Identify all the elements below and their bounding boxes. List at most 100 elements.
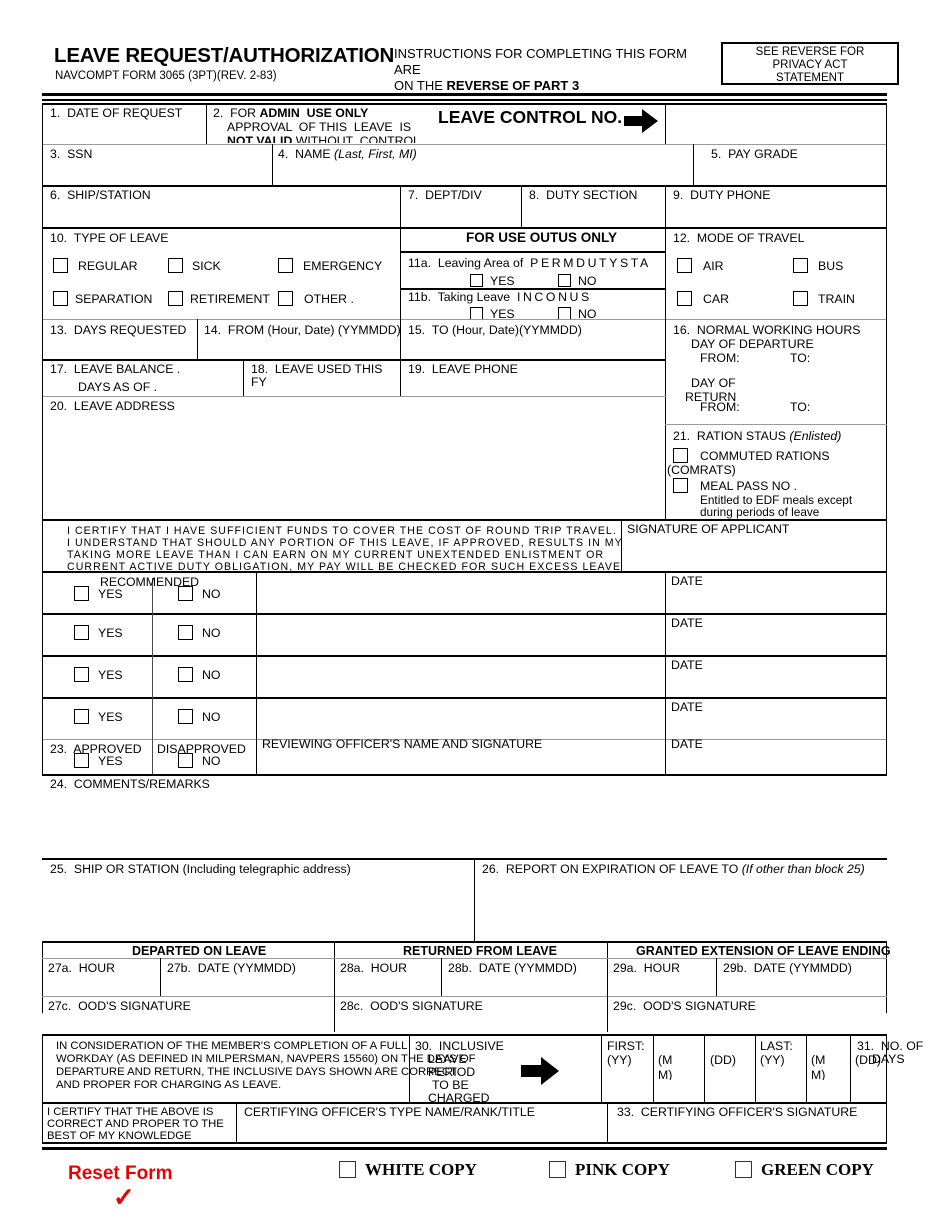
checkbox-pink-copy[interactable] xyxy=(549,1161,566,1178)
checkbox-car[interactable] xyxy=(677,291,692,306)
signature-of-applicant-input[interactable] xyxy=(625,537,883,569)
checkbox-other[interactable] xyxy=(278,291,293,306)
block7-deptdiv-input[interactable] xyxy=(404,202,518,225)
checkbox-emergency[interactable] xyxy=(278,258,293,273)
block12-label: 12. MODE OF TRAVEL xyxy=(673,231,805,245)
divider-top-outer xyxy=(42,93,887,96)
checkbox-rec2-no[interactable] xyxy=(178,625,193,640)
block16-departure-from-input[interactable] xyxy=(740,349,785,365)
27c-right-border xyxy=(334,996,336,1032)
block5-paygrade-input[interactable] xyxy=(697,161,883,183)
rec1-date-input[interactable] xyxy=(669,589,883,611)
rec4-date-input[interactable] xyxy=(669,715,883,737)
block24-comments-input[interactable] xyxy=(46,793,884,856)
reset-form-checkmark-icon[interactable]: ✓ xyxy=(113,1184,135,1210)
last-dd-input[interactable] xyxy=(853,1068,885,1099)
input-27a-hour[interactable] xyxy=(46,976,158,994)
block16-label: 16. NORMAL WORKING HOURS xyxy=(673,323,861,337)
checkbox-separation[interactable] xyxy=(53,291,68,306)
row4-top-border xyxy=(42,227,887,229)
block15-input[interactable] xyxy=(404,337,662,357)
block16-return-to-input[interactable] xyxy=(818,398,878,414)
block26-input[interactable] xyxy=(478,877,884,938)
row5-right-border xyxy=(886,319,888,519)
label-28c-ood-signature: 28c. OOD'S SIGNATURE xyxy=(340,999,483,1013)
first-dd-input[interactable] xyxy=(707,1068,753,1099)
block13-input[interactable] xyxy=(46,337,194,357)
first-mm-input[interactable] xyxy=(656,1080,702,1099)
29a-right-border xyxy=(716,958,718,996)
checkbox-11a-no[interactable] xyxy=(558,274,571,287)
rec-row4-sig-left-border xyxy=(256,697,258,739)
checkbox-disapproved-no[interactable] xyxy=(178,753,193,768)
rec3-signature-input[interactable] xyxy=(260,658,662,695)
label-air: AIR xyxy=(703,259,724,273)
checkbox-rec3-no[interactable] xyxy=(178,667,193,682)
block20-address-input[interactable] xyxy=(46,414,662,516)
checkbox-white-copy[interactable] xyxy=(339,1161,356,1178)
block23-date-input[interactable] xyxy=(669,752,883,772)
checkbox-meal-pass[interactable] xyxy=(673,478,688,493)
input-28a-hour[interactable] xyxy=(338,976,438,994)
checkbox-green-copy[interactable] xyxy=(735,1161,752,1178)
input-29a-hour[interactable] xyxy=(611,976,712,994)
block8-dutysection-input[interactable] xyxy=(525,202,662,225)
block1-input[interactable] xyxy=(46,120,202,142)
input-28b-date[interactable] xyxy=(445,976,603,994)
first-label: FIRST: xyxy=(607,1039,645,1053)
block25-top-border xyxy=(42,858,887,860)
checkbox-rec4-no[interactable] xyxy=(178,709,193,724)
checkbox-rec1-yes[interactable] xyxy=(74,586,89,601)
block8-label: 8. DUTY SECTION xyxy=(529,188,638,202)
certifying-officer-name-input[interactable] xyxy=(240,1120,604,1140)
meal-pass-no-input[interactable] xyxy=(795,477,881,493)
reviewing-officer-input[interactable] xyxy=(260,752,662,772)
block16-departure-to-input[interactable] xyxy=(818,349,878,365)
input-29c-ood-signature[interactable] xyxy=(611,1013,882,1032)
block14-input[interactable] xyxy=(201,337,397,357)
checkbox-regular[interactable] xyxy=(53,258,68,273)
checkbox-sick[interactable] xyxy=(168,258,183,273)
checkbox-retirement[interactable] xyxy=(168,291,183,306)
input-28c-ood-signature[interactable] xyxy=(338,1013,603,1032)
last-mm-label-box: (MM) xyxy=(809,1050,849,1080)
rec2-date-input[interactable] xyxy=(669,631,883,653)
input-27c-ood-signature[interactable] xyxy=(46,1013,331,1032)
checkbox-11a-yes[interactable] xyxy=(470,274,483,287)
rec4-signature-input[interactable] xyxy=(260,700,662,737)
block23-sig-left-border xyxy=(256,739,258,774)
block26-label-prefix: 26. REPORT ON EXPIRATION OF LEAVE TO xyxy=(482,862,742,876)
checkbox-approved-yes[interactable] xyxy=(74,753,89,768)
input-29b-date[interactable] xyxy=(720,976,882,994)
checkbox-rec4-yes[interactable] xyxy=(74,709,89,724)
checkbox-train[interactable] xyxy=(793,291,808,306)
block25-input[interactable] xyxy=(46,877,470,938)
block13-label: 13. DAYS REQUESTED xyxy=(50,323,187,337)
input-27b-date[interactable] xyxy=(164,976,331,994)
block18-input[interactable] xyxy=(247,388,397,395)
block4-right-border xyxy=(693,144,695,185)
checkbox-comrats[interactable] xyxy=(673,448,688,463)
block3-ssn-input[interactable] xyxy=(46,161,268,183)
rec1-signature-input[interactable] xyxy=(260,574,662,611)
block19-input[interactable] xyxy=(404,376,662,395)
rec3-date-input[interactable] xyxy=(669,673,883,695)
first-yy-input[interactable] xyxy=(605,1068,650,1099)
checkbox-air[interactable] xyxy=(677,258,692,273)
instructions-text: INSTRUCTIONS FOR COMPLETING THIS FORM AR… xyxy=(394,46,714,94)
checkbox-rec1-no[interactable] xyxy=(178,586,193,601)
checkbox-bus[interactable] xyxy=(793,258,808,273)
block9-dutyphone-input[interactable] xyxy=(669,202,883,225)
block17-right-border xyxy=(243,359,245,396)
rec2-signature-input[interactable] xyxy=(260,616,662,653)
last-yy-input[interactable] xyxy=(758,1068,804,1099)
leave-status-left-border xyxy=(42,941,44,1013)
last-mm-input[interactable] xyxy=(809,1080,849,1099)
block4-name-input[interactable] xyxy=(276,161,690,183)
leave-control-no-input[interactable] xyxy=(670,106,882,141)
block6-shipstation-input[interactable] xyxy=(46,202,396,225)
block16-return-from-input[interactable] xyxy=(740,398,785,414)
checkbox-rec3-yes[interactable] xyxy=(74,667,89,682)
checkbox-rec2-yes[interactable] xyxy=(74,625,89,640)
block33-signature-input[interactable] xyxy=(611,1120,883,1140)
